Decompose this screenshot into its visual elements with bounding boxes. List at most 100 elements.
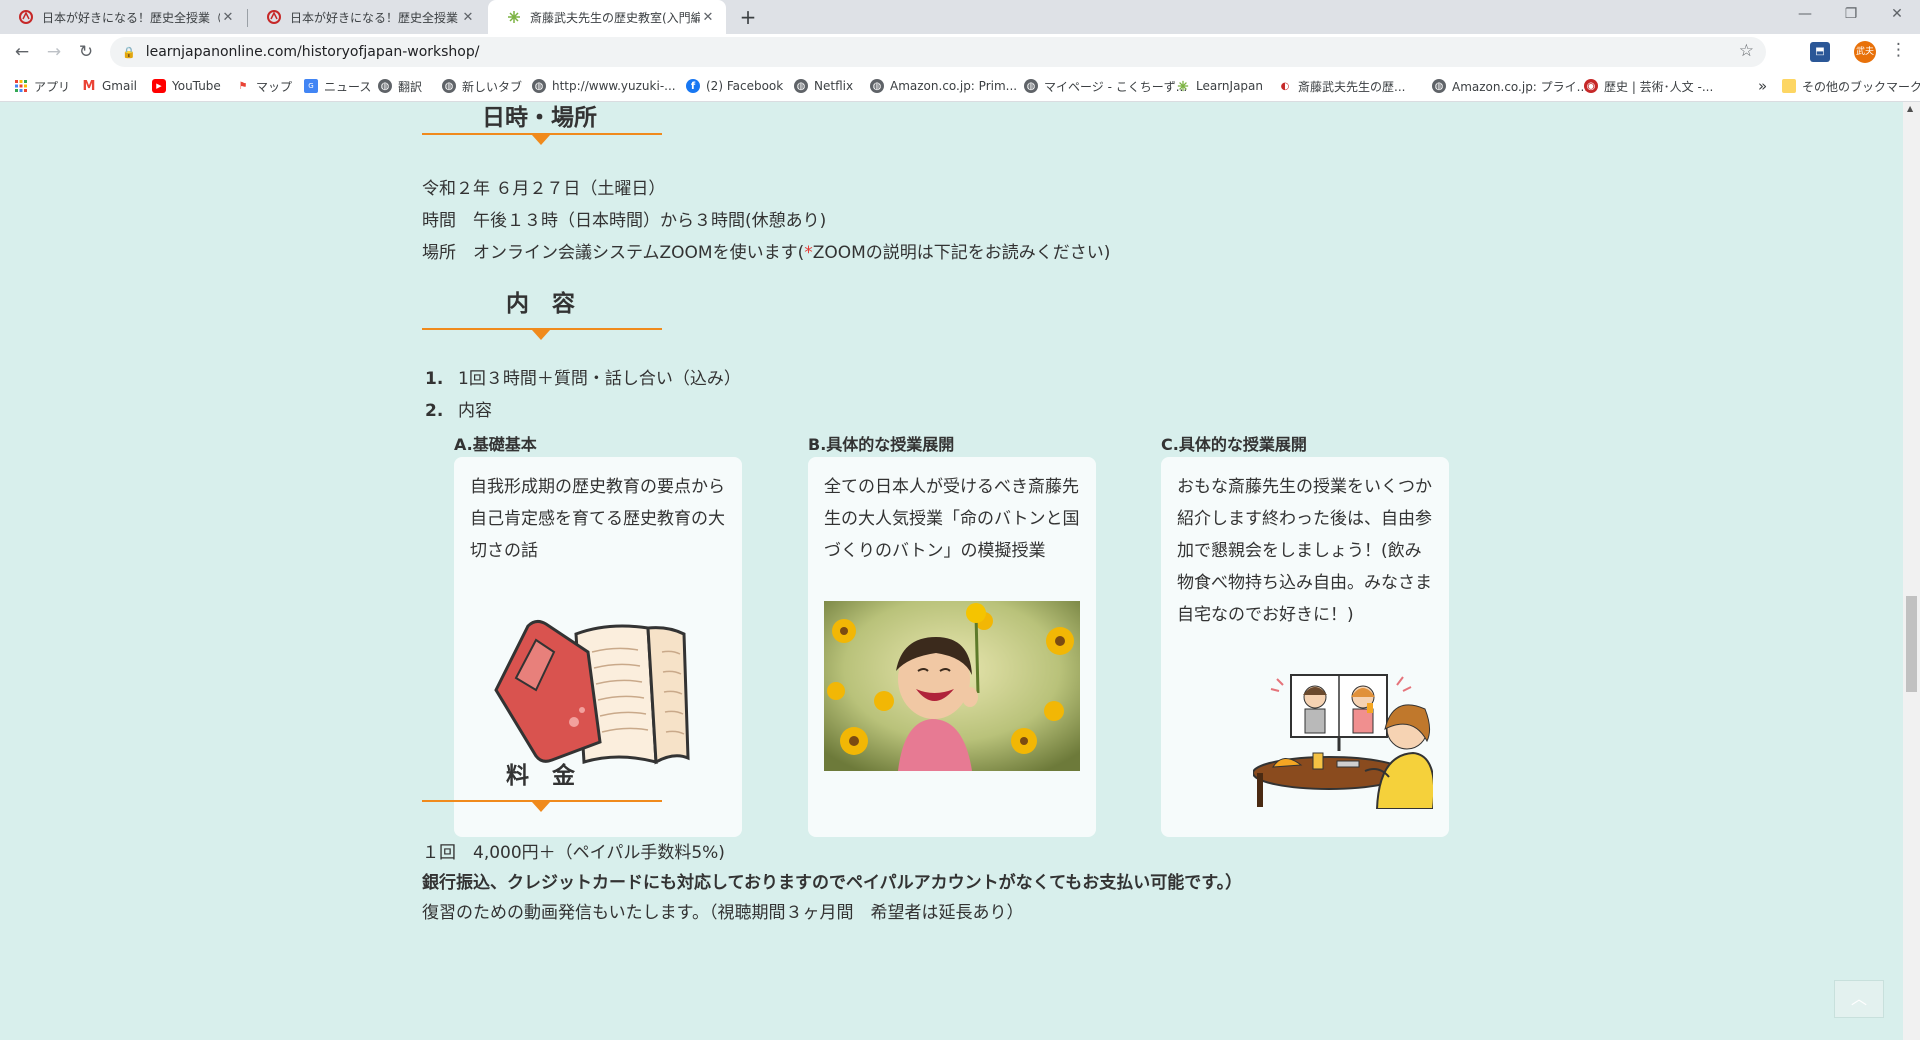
bookmark-news[interactable]: G ニュース (304, 76, 371, 96)
tab-close-icon[interactable]: ✕ (460, 10, 476, 25)
bookmark-gmail[interactable]: M Gmail (82, 76, 137, 96)
gmail-icon: M (82, 78, 96, 94)
bookmark-youtube[interactable]: ▶ YouTube (152, 76, 221, 96)
heading-notch (532, 135, 550, 145)
bookmark-kokuchiizu[interactable]: ◍ マイページ - こくちーず... (1024, 76, 1187, 96)
tab-history-2[interactable]: 日本が好きになる！歴史全授業（ ✕ (248, 0, 486, 34)
tab-title: 日本が好きになる！歴史全授業（ (42, 10, 220, 25)
online-meeting-illustration (1253, 674, 1433, 809)
new-tab-button[interactable]: + (736, 5, 760, 29)
site-favicon-icon (18, 9, 34, 25)
bookmark-label: マイページ - こくちーず... (1044, 79, 1188, 94)
card-b: 全ての日本人が受けるべき斎藤先生の大人気授業「命のバトンと国づくりのバトン」の模… (808, 457, 1096, 837)
place-prefix: 場所 オンライン会議システムZOOMを使います( (422, 243, 805, 263)
bookmark-label: YouTube (172, 79, 221, 93)
list-number: 2. (425, 401, 444, 421)
bookmark-learnjapan[interactable]: LearnJapan (1176, 76, 1263, 96)
bookmark-label: 斎藤武夫先生の歴... (1298, 79, 1406, 94)
apps-grid-icon (14, 79, 28, 93)
bookmark-apps[interactable]: アプリ (14, 76, 70, 96)
place-suffix: ZOOMの説明は下記をお読みください) (812, 243, 1111, 263)
reload-icon[interactable]: ↻ (74, 40, 98, 64)
open-book-illustration (494, 619, 690, 765)
bookmark-rekishi[interactable]: ◉ 歴史 | 芸術･人文 -... (1584, 76, 1713, 96)
bookmark-label: Amazon.co.jp: プライ... (1452, 79, 1589, 94)
bookmark-yuzuki[interactable]: ◍ http://www.yuzuki-... (532, 76, 676, 96)
asterisk-mark: * (804, 243, 813, 263)
site-red-icon: ◉ (1584, 79, 1598, 93)
heading-notch (532, 330, 550, 340)
tab-strip: 日本が好きになる！歴史全授業（ ✕ 日本が好きになる！歴史全授業（ ✕ 斎藤武夫… (0, 0, 1920, 34)
card-b-label: B.具体的な授業展開 (808, 435, 955, 454)
tab-title: 日本が好きになる！歴史全授業（ (290, 10, 460, 25)
tab-title: 斎藤武夫先生の歴史教室(入門編 (530, 10, 700, 25)
bookmark-label: Netflix (814, 79, 854, 93)
learnjapan-icon (1176, 79, 1190, 93)
section-title: 内 容 (506, 291, 575, 317)
site-favicon-icon (266, 9, 282, 25)
fee-price: １回 4,000円＋（ペイパル手数料5%) (422, 843, 725, 863)
heading-notch (532, 802, 550, 812)
schedule-heading: 日時・場所 (422, 102, 662, 145)
bookmark-label: 新しいタブ (462, 79, 523, 94)
globe-icon: ◍ (1024, 79, 1038, 93)
bookmark-label: 歴史 | 芸術･人文 -... (1604, 79, 1714, 94)
window-close-button[interactable]: ✕ (1874, 0, 1920, 30)
globe-icon: ◍ (442, 79, 456, 93)
laughing-child-sunflowers-photo (824, 601, 1080, 771)
page-scrollbar[interactable]: ▲ (1903, 102, 1920, 1040)
bookmark-label: http://www.yuzuki-... (552, 79, 676, 93)
maps-icon: ⚑ (238, 80, 248, 92)
tab-saito-active[interactable]: 斎藤武夫先生の歴史教室(入門編 ✕ (488, 0, 726, 34)
forward-arrow-icon[interactable]: → (42, 40, 66, 64)
list-number: 1. (425, 369, 444, 389)
bookmark-label: (2) Facebook (706, 79, 784, 93)
other-bookmarks-folder[interactable]: その他のブックマーク (1782, 76, 1920, 96)
card-c: おもな斎藤先生の授業をいくつか紹介します終わった後は、自由参加で懇親会をしましょ… (1161, 457, 1449, 837)
schedule-place: 場所 オンライン会議システムZOOMを使います(*ZOOMの説明は下記をお読みく… (422, 238, 1110, 263)
minimize-button[interactable]: — (1782, 0, 1828, 30)
bookmark-newtab[interactable]: ◍ 新しいタブ (442, 76, 522, 96)
more-bookmarks-button[interactable]: » (1758, 76, 1767, 96)
extension-icon[interactable]: ⬒ (1810, 42, 1830, 62)
globe-icon: ◍ (1432, 79, 1446, 93)
browser-toolbar: ← → ↻ 🔒 learnjapanonline.com/historyofja… (0, 34, 1920, 70)
scrollbar-thumb[interactable] (1906, 596, 1917, 692)
bookmark-netflix[interactable]: ◍ Netflix (794, 76, 853, 96)
content-heading: 内 容 (422, 284, 662, 340)
url-text: learnjapanonline.com/historyofjapan-work… (145, 44, 480, 60)
bookmark-facebook[interactable]: f (2) Facebook (686, 76, 783, 96)
bookmark-maps[interactable]: ⚑ マップ (236, 76, 293, 96)
bookmark-label: Amazon.co.jp: Prim... (890, 79, 1018, 93)
bookmark-label: 翻訳 (398, 79, 423, 94)
youtube-icon: ▶ (152, 79, 166, 93)
restore-button[interactable]: ❐ (1828, 0, 1874, 30)
section-title: 料 金 (506, 763, 575, 789)
bookmark-label: Gmail (102, 79, 138, 93)
tab-close-icon[interactable]: ✕ (700, 10, 716, 25)
tab-history-1[interactable]: 日本が好きになる！歴史全授業（ ✕ (0, 0, 246, 34)
list-item: 1. 1回３時間＋質問・話し合い（込み） (422, 364, 741, 389)
learnjapan-favicon-icon (506, 9, 522, 25)
bookmark-translate[interactable]: ◍ 翻訳 (378, 76, 422, 96)
tab-close-icon[interactable]: ✕ (220, 10, 236, 25)
back-to-top-button[interactable]: ︿ (1834, 980, 1884, 1018)
bookmark-amazon-prime-2[interactable]: ◍ Amazon.co.jp: プライ... (1432, 76, 1588, 96)
bookmark-label: その他のブックマーク (1802, 79, 1920, 94)
menu-kebab-icon[interactable]: ⋮ (1890, 40, 1907, 60)
card-text: 自我形成期の歴史教育の要点から自己肯定感を育てる歴史教育の大切さの話 (470, 477, 725, 561)
bookmark-saito[interactable]: ◐ 斎藤武夫先生の歴... (1278, 76, 1406, 96)
card-a-label: A.基礎基本 (454, 435, 537, 454)
profile-avatar[interactable]: 武夫 (1854, 41, 1876, 63)
folder-icon (1782, 79, 1796, 93)
scroll-up-arrow-icon[interactable]: ▲ (1907, 104, 1913, 113)
section-title: 日時・場所 (482, 105, 597, 131)
bookmark-star-icon[interactable]: ☆ (1739, 41, 1754, 61)
globe-icon: ◍ (378, 79, 392, 93)
address-bar[interactable]: 🔒 learnjapanonline.com/historyofjapan-wo… (110, 37, 1766, 67)
back-arrow-icon[interactable]: ← (10, 40, 34, 64)
globe-icon: ◍ (870, 79, 884, 93)
list-text: 1回３時間＋質問・話し合い（込み） (458, 369, 741, 389)
card-text: 全ての日本人が受けるべき斎藤先生の大人気授業「命のバトンと国づくりのバトン」の模… (824, 477, 1080, 561)
bookmark-amazon-prime[interactable]: ◍ Amazon.co.jp: Prim... (870, 76, 1017, 96)
